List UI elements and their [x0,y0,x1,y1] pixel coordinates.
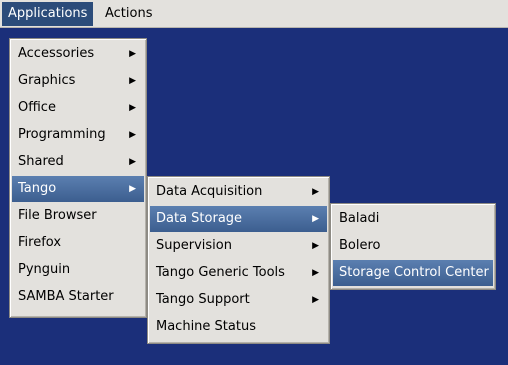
chevron-right-icon: ▶ [129,157,136,167]
chevron-right-icon: ▶ [312,187,319,197]
applications-menu: Accessories ▶ Graphics ▶ Office ▶ Progra… [9,38,147,318]
chevron-right-icon: ▶ [129,49,136,59]
menu-item-label: Data Acquisition [156,184,263,199]
menu-item-supervision[interactable]: Supervision ▶ [150,233,327,259]
menubar-applications[interactable]: Applications [2,2,94,26]
menu-item-tango-support[interactable]: Tango Support ▶ [150,287,327,313]
data-storage-submenu: Baladi Bolero Storage Control Center [330,203,496,290]
chevron-right-icon: ▶ [312,214,319,224]
chevron-right-icon: ▶ [312,295,319,305]
chevron-right-icon: ▶ [129,76,136,86]
menu-item-shared[interactable]: Shared ▶ [12,149,144,175]
menu-item-label: Firefox [18,235,62,250]
menu-item-tango-generic-tools[interactable]: Tango Generic Tools ▶ [150,260,327,286]
menu-item-firefox[interactable]: Firefox [12,230,144,256]
chevron-right-icon: ▶ [312,268,319,278]
menu-item-samba-starter[interactable]: SAMBA Starter [12,284,144,310]
menu-item-label: Tango Support [156,292,250,307]
menu-item-label: Accessories [18,46,95,61]
menu-item-label: SAMBA Starter [18,289,114,304]
chevron-right-icon: ▶ [129,103,136,113]
menu-item-graphics[interactable]: Graphics ▶ [12,68,144,94]
menu-item-label: Supervision [156,238,232,253]
menu-item-accessories[interactable]: Accessories ▶ [12,41,144,67]
menu-item-data-acquisition[interactable]: Data Acquisition ▶ [150,179,327,205]
menu-item-label: Bolero [339,238,381,253]
menu-item-bolero[interactable]: Bolero [333,233,493,259]
menu-item-label: Baladi [339,211,380,226]
menu-item-programming[interactable]: Programming ▶ [12,122,144,148]
menu-item-label: Tango Generic Tools [156,265,285,280]
top-menubar: Applications Actions [0,0,508,28]
menu-item-label: Office [18,100,56,115]
tango-submenu: Data Acquisition ▶ Data Storage ▶ Superv… [147,176,330,344]
menu-item-baladi[interactable]: Baladi [333,206,493,232]
menu-item-tango[interactable]: Tango ▶ [12,176,144,202]
menubar-actions[interactable]: Actions [99,2,159,26]
menu-item-label: Tango [18,181,57,196]
chevron-right-icon: ▶ [129,184,136,194]
menu-item-label: Shared [18,154,64,169]
menu-item-storage-control-center[interactable]: Storage Control Center [333,260,493,286]
menu-item-office[interactable]: Office ▶ [12,95,144,121]
menu-item-machine-status[interactable]: Machine Status [150,314,327,340]
menu-item-label: Pynguin [18,262,71,277]
chevron-right-icon: ▶ [129,130,136,140]
menu-item-file-browser[interactable]: File Browser [12,203,144,229]
menu-item-pynguin[interactable]: Pynguin [12,257,144,283]
menu-item-label: Graphics [18,73,76,88]
menu-item-label: Data Storage [156,211,243,226]
menu-item-label: Programming [18,127,106,142]
chevron-right-icon: ▶ [312,241,319,251]
menu-item-label: Storage Control Center [339,265,489,280]
menu-item-label: Machine Status [156,319,256,334]
menu-item-label: File Browser [18,208,97,223]
menu-item-data-storage[interactable]: Data Storage ▶ [150,206,327,232]
